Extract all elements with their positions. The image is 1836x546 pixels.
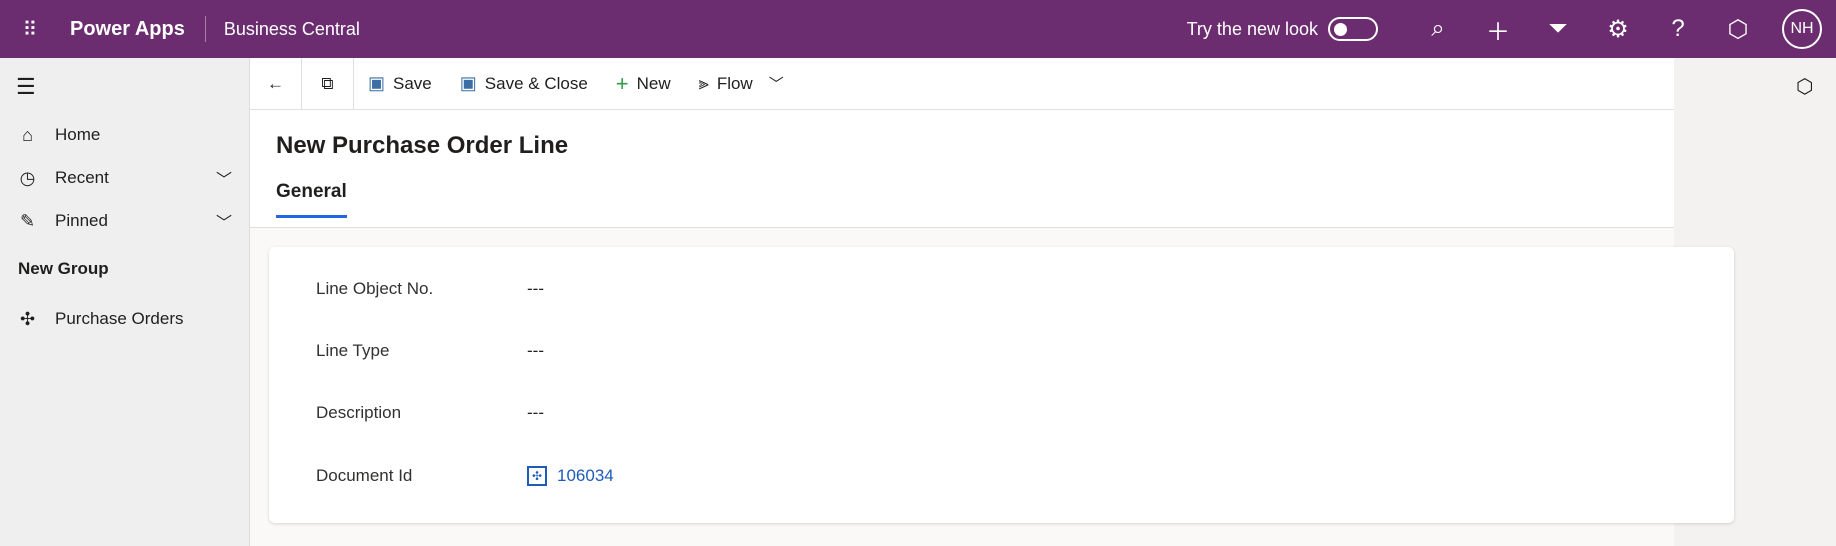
app-launcher-icon[interactable]: ⠿ — [0, 17, 58, 42]
new-label: New — [636, 73, 671, 93]
flow-icon: ⫸ — [698, 73, 709, 93]
popout-icon: ⧉ — [321, 73, 334, 93]
chevron-down-icon[interactable]: ﹀ — [216, 166, 232, 190]
environment-name[interactable]: Business Central — [224, 19, 360, 40]
app-name[interactable]: Power Apps — [70, 16, 206, 42]
save-close-icon: ▣ — [459, 73, 477, 93]
clock-icon: ◷ — [19, 167, 36, 188]
settings-gear-icon[interactable]: ⚙ — [1588, 15, 1648, 44]
copilot-icon[interactable]: ⬡ — [1796, 74, 1813, 99]
flow-label: Flow — [716, 73, 753, 93]
sidebar-group-title: New Group — [18, 259, 109, 278]
back-button[interactable]: ← — [250, 57, 302, 110]
save-label: Save — [393, 73, 432, 93]
open-in-new-window-button[interactable]: ⧉ — [302, 57, 354, 110]
sidebar-item-label: Recent — [55, 168, 109, 187]
back-arrow-icon: ← — [267, 73, 284, 93]
field-label: Description — [316, 403, 402, 422]
field-line-object-no: Line Object No. --- — [316, 279, 544, 299]
command-bar: ← ⧉ ▣ Save ▣ Save & Close + New ⫸ Flow ﹀ — [250, 57, 1674, 110]
field-document-id: Document Id ✣ 106034 — [316, 466, 614, 486]
avatar[interactable]: NH — [1782, 9, 1822, 49]
copilot-icon[interactable]: ⬡ — [1708, 15, 1768, 44]
sidebar-item-recent[interactable]: ◷ Recent ﹀ — [0, 158, 250, 198]
field-label: Document Id — [316, 466, 413, 485]
new-button[interactable]: + New — [602, 58, 685, 110]
general-section: Line Object No. --- Line Type --- Descript… — [269, 247, 1734, 523]
chevron-down-icon[interactable]: ﹀ — [216, 209, 232, 233]
sidebar-item-home[interactable]: ⌂ Home — [0, 115, 250, 155]
sidebar-item-label: Pinned — [55, 211, 108, 230]
save-and-close-button[interactable]: ▣ Save & Close — [446, 58, 602, 110]
field-value[interactable]: 106034 — [557, 466, 614, 486]
sidebar-item-purchase-orders[interactable]: ✣ Purchase Orders — [0, 299, 250, 339]
try-new-look-label: Try the new look — [1186, 18, 1318, 39]
save-close-label: Save & Close — [484, 73, 588, 93]
filter-icon[interactable]: ⏷ — [1528, 15, 1588, 43]
help-icon[interactable]: ? — [1648, 15, 1708, 43]
field-line-type: Line Type --- — [316, 341, 544, 361]
sidebar: ☰ ⌂ Home ◷ Recent ﹀ ✎ Pinned ﹀ New Group ✣ Pur… — [0, 58, 250, 546]
hamburger-menu-icon[interactable]: ☰ — [16, 74, 36, 100]
plus-icon: + — [615, 70, 629, 96]
field-value[interactable]: --- — [527, 279, 544, 299]
sidebar-item-pinned[interactable]: ✎ Pinned ﹀ — [0, 201, 250, 241]
field-label: Line Object No. — [316, 279, 434, 298]
save-button[interactable]: ▣ Save — [354, 58, 446, 110]
plus-icon[interactable]: ＋ — [1468, 12, 1528, 47]
save-icon: ▣ — [368, 73, 386, 93]
sidebar-item-label: Home — [55, 125, 101, 144]
top-bar: ⠿ Power Apps Business Central Try the ne… — [0, 0, 1836, 58]
page-title: New Purchase Order Line — [276, 132, 569, 159]
document-id-link[interactable]: ✣ 106034 — [527, 466, 614, 486]
pin-icon: ✎ — [19, 210, 36, 231]
field-value[interactable]: --- — [527, 403, 544, 423]
field-value[interactable]: --- — [527, 341, 544, 361]
tab-general[interactable]: General — [276, 181, 347, 218]
field-description: Description --- — [316, 403, 544, 423]
home-icon: ⌂ — [22, 124, 33, 145]
new-look-toggle[interactable] — [1328, 17, 1378, 41]
sidebar-item-label: Purchase Orders — [55, 309, 184, 328]
search-icon[interactable]: ⌕ — [1408, 15, 1468, 43]
form-header: ← ⧉ ▣ Save ▣ Save & Close + New ⫸ Flow ﹀ New … — [250, 57, 1674, 228]
chevron-down-icon[interactable]: ﹀ — [769, 73, 784, 94]
field-label: Line Type — [316, 341, 390, 360]
puzzle-icon: ✣ — [527, 466, 547, 486]
puzzle-icon: ✣ — [19, 308, 36, 329]
flow-button[interactable]: ⫸ Flow ﹀ — [685, 58, 798, 110]
